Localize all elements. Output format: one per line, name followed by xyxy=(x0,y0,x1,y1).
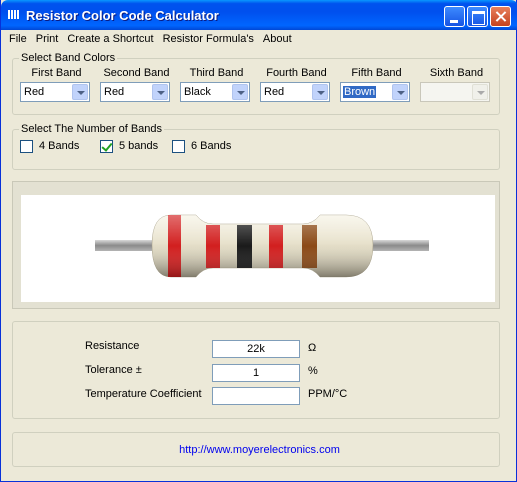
fourth-band-label: Fourth Band xyxy=(266,67,327,79)
resistor-graphic xyxy=(95,214,429,278)
chevron-down-icon xyxy=(472,84,488,100)
minimize-button[interactable] xyxy=(444,6,465,27)
first-band-label: First Band xyxy=(31,67,82,79)
sixth-band-label: Sixth Band xyxy=(429,67,484,79)
fifth-band-value: Brown xyxy=(343,86,377,98)
resistance-field[interactable]: 22k xyxy=(212,340,300,358)
third-band-label: Third Band xyxy=(189,67,244,79)
band-count-group-label: Select The Number of Bands xyxy=(19,123,165,135)
temperature-coefficient-field[interactable] xyxy=(212,387,300,405)
temperature-coefficient-label: Temperature Coefficient xyxy=(85,388,202,400)
third-band-value: Black xyxy=(184,86,211,98)
tolerance-unit: % xyxy=(308,365,318,377)
chevron-down-icon[interactable] xyxy=(72,84,88,100)
close-button[interactable] xyxy=(490,6,511,27)
temperature-coefficient-unit: PPM/°C xyxy=(308,388,348,400)
second-band-label: Second Band xyxy=(103,67,170,79)
four-bands-label[interactable]: 4 Bands xyxy=(39,140,79,152)
chevron-down-icon[interactable] xyxy=(232,84,248,100)
menu-bar: File Print Create a Shortcut Resistor Fo… xyxy=(2,31,516,49)
sixth-band-select xyxy=(420,82,490,102)
menu-print[interactable]: Print xyxy=(34,31,66,49)
four-bands-checkbox[interactable] xyxy=(20,140,33,153)
tolerance-label: Tolerance ± xyxy=(85,364,142,376)
resistor-image xyxy=(21,195,495,302)
tolerance-field[interactable]: 1 xyxy=(212,364,300,382)
chevron-down-icon[interactable] xyxy=(152,84,168,100)
app-window: Resistor Color Code Calculator File Prin… xyxy=(0,0,517,482)
chevron-down-icon[interactable] xyxy=(312,84,328,100)
resistance-unit: Ω xyxy=(308,342,317,354)
resistor-body-shading xyxy=(152,215,373,277)
menu-file[interactable]: File xyxy=(2,31,34,49)
fourth-band-value: Red xyxy=(264,86,285,98)
second-band-select[interactable]: Red xyxy=(100,82,170,102)
resistor-image-panel xyxy=(12,181,500,309)
band-colors-group-label: Select Band Colors xyxy=(19,52,118,64)
resistor-app-icon xyxy=(8,10,20,19)
five-bands-label[interactable]: 5 bands xyxy=(119,140,158,152)
chevron-down-icon[interactable] xyxy=(392,84,408,100)
menu-create-shortcut[interactable]: Create a Shortcut xyxy=(65,31,160,49)
website-link[interactable]: http://www.moyerelectronics.com xyxy=(1,444,517,456)
menu-about[interactable]: About xyxy=(261,31,299,49)
fifth-band-label: Fifth Band xyxy=(351,67,402,79)
second-band-value: Red xyxy=(104,86,125,98)
maximize-button[interactable] xyxy=(467,6,488,27)
first-band-select[interactable]: Red xyxy=(20,82,90,102)
resistance-label: Resistance xyxy=(85,340,140,352)
band-count-group: Select The Number of Bands xyxy=(12,123,500,170)
six-bands-label[interactable]: 6 Bands xyxy=(191,140,231,152)
menu-resistor-formulas[interactable]: Resistor Formula's xyxy=(161,31,261,49)
fourth-band-select[interactable]: Red xyxy=(260,82,330,102)
fifth-band-select[interactable]: Brown xyxy=(340,82,410,102)
window-title: Resistor Color Code Calculator xyxy=(26,8,219,23)
five-bands-checkbox[interactable] xyxy=(100,140,113,153)
third-band-select[interactable]: Black xyxy=(180,82,250,102)
title-bar[interactable]: Resistor Color Code Calculator xyxy=(1,0,517,30)
first-band-value: Red xyxy=(24,86,45,98)
six-bands-checkbox[interactable] xyxy=(172,140,185,153)
